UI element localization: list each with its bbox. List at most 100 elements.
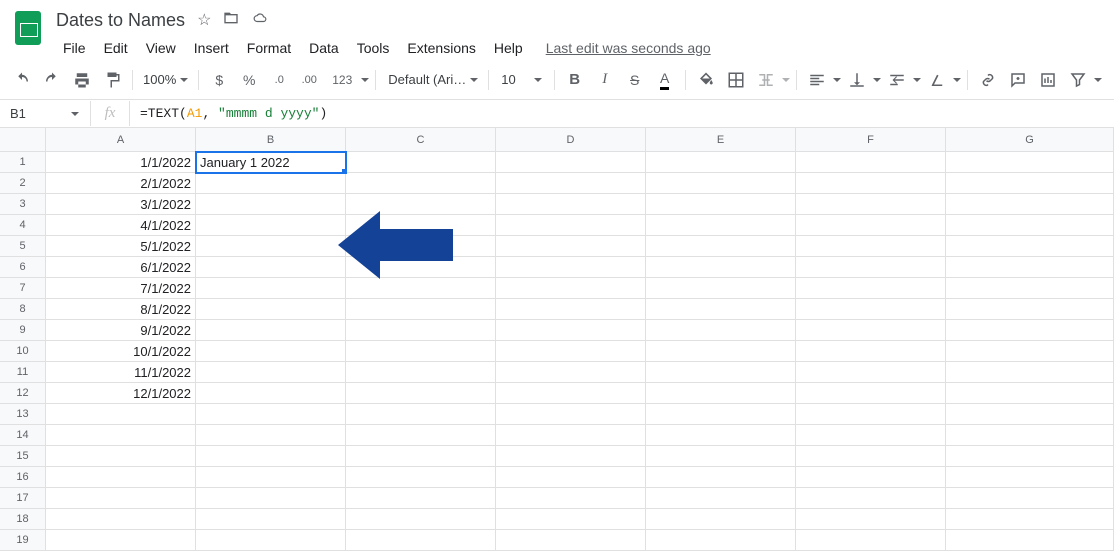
cell[interactable] — [346, 446, 496, 467]
redo-button[interactable] — [38, 66, 66, 94]
cell[interactable] — [346, 509, 496, 530]
cell[interactable] — [346, 173, 496, 194]
cell[interactable] — [946, 488, 1114, 509]
cell[interactable] — [646, 488, 796, 509]
cell[interactable] — [796, 404, 946, 425]
cell[interactable] — [496, 173, 646, 194]
cell[interactable] — [346, 488, 496, 509]
cell[interactable] — [646, 446, 796, 467]
cell[interactable] — [196, 299, 346, 320]
column-header[interactable]: E — [646, 128, 796, 152]
row-header[interactable]: 5 — [0, 236, 46, 257]
cell[interactable] — [46, 530, 196, 551]
currency-button[interactable]: $ — [205, 66, 233, 94]
column-header[interactable]: B — [196, 128, 346, 152]
cell[interactable] — [646, 236, 796, 257]
v-align-button[interactable] — [843, 66, 871, 94]
cell[interactable] — [796, 446, 946, 467]
cell[interactable] — [346, 425, 496, 446]
last-edit-link[interactable]: Last edit was seconds ago — [546, 40, 711, 56]
cell[interactable] — [796, 320, 946, 341]
cell[interactable] — [646, 425, 796, 446]
font-select[interactable]: Default (Ari… — [382, 72, 482, 87]
cell[interactable] — [496, 383, 646, 404]
cell[interactable] — [346, 530, 496, 551]
row-header[interactable]: 7 — [0, 278, 46, 299]
row-header[interactable]: 10 — [0, 341, 46, 362]
cell[interactable]: January 1 2022 — [196, 152, 346, 173]
cell[interactable] — [796, 173, 946, 194]
cell[interactable] — [946, 236, 1114, 257]
cell[interactable] — [496, 152, 646, 173]
cell[interactable] — [346, 278, 496, 299]
increase-decimal-button[interactable]: .00 — [295, 66, 323, 94]
row-header[interactable]: 8 — [0, 299, 46, 320]
fill-color-button[interactable] — [692, 66, 720, 94]
borders-button[interactable] — [722, 66, 750, 94]
star-icon[interactable]: ☆ — [197, 10, 211, 30]
font-size-select[interactable]: 10 — [495, 72, 547, 87]
menu-extensions[interactable]: Extensions — [400, 36, 482, 60]
menu-format[interactable]: Format — [240, 36, 298, 60]
cell[interactable] — [646, 299, 796, 320]
cell[interactable] — [196, 383, 346, 404]
chart-button[interactable] — [1034, 66, 1062, 94]
cell[interactable] — [346, 362, 496, 383]
cell[interactable]: 12/1/2022 — [46, 383, 196, 404]
cell[interactable] — [796, 488, 946, 509]
cell[interactable]: 10/1/2022 — [46, 341, 196, 362]
cell[interactable] — [796, 467, 946, 488]
menu-data[interactable]: Data — [302, 36, 346, 60]
row-header[interactable]: 11 — [0, 362, 46, 383]
cell[interactable] — [796, 299, 946, 320]
cell[interactable] — [46, 488, 196, 509]
row-header[interactable]: 15 — [0, 446, 46, 467]
cell[interactable] — [946, 299, 1114, 320]
row-header[interactable]: 6 — [0, 257, 46, 278]
cell[interactable]: 1/1/2022 — [46, 152, 196, 173]
cell[interactable] — [646, 194, 796, 215]
filter-button[interactable] — [1064, 66, 1092, 94]
row-header[interactable]: 12 — [0, 383, 46, 404]
cell[interactable] — [796, 341, 946, 362]
cell[interactable] — [496, 299, 646, 320]
merge-button[interactable] — [752, 66, 780, 94]
row-header[interactable]: 16 — [0, 467, 46, 488]
doc-title[interactable]: Dates to Names — [56, 10, 185, 31]
cell[interactable]: 7/1/2022 — [46, 278, 196, 299]
cell[interactable] — [796, 530, 946, 551]
name-box-dropdown[interactable] — [60, 112, 90, 116]
row-header[interactable]: 13 — [0, 404, 46, 425]
cell[interactable] — [496, 404, 646, 425]
name-box[interactable]: B1 — [0, 106, 60, 121]
cell[interactable] — [946, 467, 1114, 488]
paint-format-button[interactable] — [98, 66, 126, 94]
cell[interactable]: 4/1/2022 — [46, 215, 196, 236]
sheets-logo[interactable] — [8, 8, 48, 48]
cell[interactable] — [196, 320, 346, 341]
menu-file[interactable]: File — [56, 36, 93, 60]
cell[interactable] — [196, 446, 346, 467]
wrap-button[interactable] — [883, 66, 911, 94]
cell[interactable] — [346, 152, 496, 173]
cell[interactable] — [796, 509, 946, 530]
cell[interactable] — [46, 446, 196, 467]
cell[interactable] — [496, 530, 646, 551]
cell[interactable] — [496, 215, 646, 236]
cell[interactable] — [196, 236, 346, 257]
cell[interactable] — [646, 530, 796, 551]
cell[interactable] — [646, 278, 796, 299]
italic-button[interactable]: I — [591, 66, 619, 94]
cell[interactable] — [796, 215, 946, 236]
cell[interactable] — [346, 320, 496, 341]
rotate-button[interactable] — [923, 66, 951, 94]
cell[interactable] — [196, 362, 346, 383]
cell[interactable] — [946, 341, 1114, 362]
cell[interactable] — [346, 236, 496, 257]
zoom-select[interactable]: 100% — [139, 72, 192, 87]
cell[interactable] — [346, 383, 496, 404]
column-header[interactable]: C — [346, 128, 496, 152]
row-header[interactable]: 9 — [0, 320, 46, 341]
cell[interactable] — [946, 194, 1114, 215]
cell[interactable] — [796, 278, 946, 299]
